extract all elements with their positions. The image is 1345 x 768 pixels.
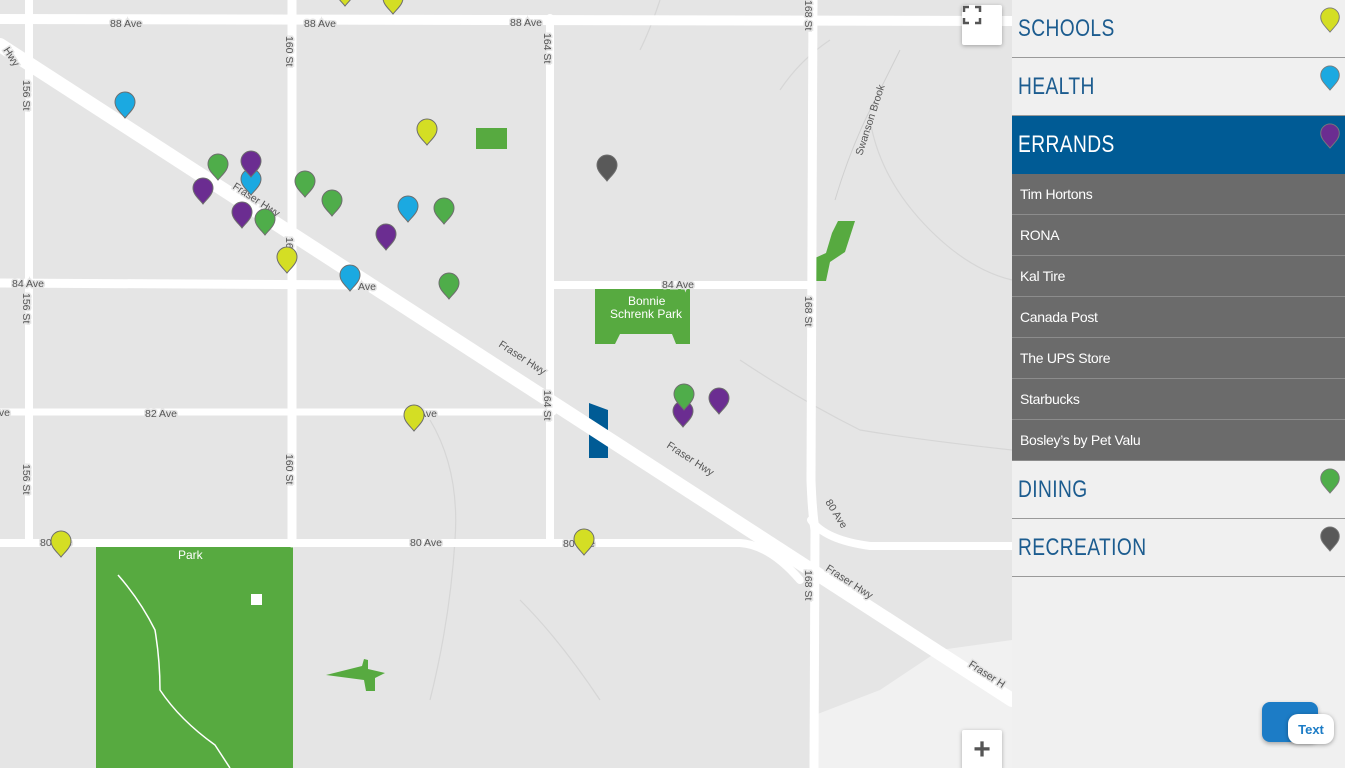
errand-item-label: Canada Post [1020, 309, 1098, 325]
category-schools[interactable]: SCHOOLS [1012, 0, 1345, 58]
errand-item-starbucks[interactable]: Starbucks [1012, 379, 1345, 420]
category-dining[interactable]: DINING [1012, 461, 1345, 519]
errands-marker[interactable] [231, 201, 253, 229]
park-label-schrenk: Schrenk Park [610, 307, 683, 321]
category-label: RECREATION [1018, 533, 1147, 561]
dining-marker[interactable] [433, 197, 455, 225]
street-label: 156 St [20, 464, 32, 494]
street-label: 88 Ave [304, 18, 336, 30]
schools-marker[interactable] [334, 0, 356, 7]
map-svg[interactable]: 88 Ave 88 Ave 88 Ave 84 Ave Ave 84 Ave A… [0, 0, 1012, 768]
park-south[interactable] [96, 546, 293, 768]
zoom-in-button[interactable]: + [962, 730, 1002, 768]
street-label: 164 St [541, 390, 553, 420]
street-label: 164 St [541, 33, 553, 63]
errand-item-rona[interactable]: RONA [1012, 215, 1345, 256]
street-label: 80 Ave [822, 497, 849, 531]
errands-marker[interactable] [708, 387, 730, 415]
errand-item-canada-post[interactable]: Canada Post [1012, 297, 1345, 338]
errand-item-tim-hortons[interactable]: Tim Hortons [1012, 174, 1345, 215]
category-label: ERRANDS [1018, 131, 1115, 158]
street-label: 82 Ave [145, 408, 177, 420]
street-label: 168 St [802, 570, 814, 600]
health-marker[interactable] [397, 195, 419, 223]
map-canvas[interactable]: 88 Ave 88 Ave 88 Ave 84 Ave Ave 84 Ave A… [0, 0, 1012, 768]
street-label: 84 Ave [662, 279, 694, 291]
errands-marker[interactable] [192, 177, 214, 205]
errand-item-label: Kal Tire [1020, 268, 1066, 284]
dining-marker[interactable] [438, 272, 460, 300]
dining-marker[interactable] [254, 208, 276, 236]
street-label: 156 St [20, 293, 32, 323]
pin-icon [1320, 65, 1340, 91]
category-sidebar: SCHOOLS HEALTH ERRANDS Tim Hortons RONA … [1012, 0, 1345, 768]
errand-item-label: Tim Hortons [1020, 186, 1093, 202]
dining-marker[interactable] [294, 170, 316, 198]
park-east-strip[interactable] [815, 221, 855, 281]
fullscreen-button[interactable] [962, 5, 1002, 45]
park-label-south: Park [178, 548, 204, 562]
schools-marker[interactable] [50, 530, 72, 558]
errands-marker[interactable] [375, 223, 397, 251]
street-label: Ave [358, 281, 376, 293]
street-label: Ave [0, 407, 10, 419]
map-markers [50, 0, 730, 558]
errand-item-ups-store[interactable]: The UPS Store [1012, 338, 1345, 379]
park-label-bonnie: Bonnie [628, 294, 666, 308]
errand-item-label: Bosley’s by Pet Valu [1020, 432, 1141, 448]
errand-item-label: Starbucks [1020, 391, 1080, 407]
park-small-south[interactable] [326, 659, 385, 691]
text-chat-button[interactable]: Text [1262, 702, 1342, 758]
errand-item-bosleys[interactable]: Bosley’s by Pet Valu [1012, 420, 1345, 461]
schools-marker[interactable] [382, 0, 404, 15]
fullscreen-icon [962, 5, 982, 25]
schools-marker[interactable] [573, 528, 595, 556]
pin-icon [1320, 526, 1340, 552]
street-label: 168 St [802, 296, 814, 326]
park-small-north[interactable] [476, 128, 507, 149]
errand-item-kal-tire[interactable]: Kal Tire [1012, 256, 1345, 297]
chat-bubble-front: Text [1288, 714, 1334, 744]
errand-item-label: RONA [1020, 227, 1060, 243]
street-label: 88 Ave [510, 17, 542, 29]
errand-item-label: The UPS Store [1020, 350, 1111, 366]
street-label: 80 Ave [410, 537, 442, 549]
schools-marker[interactable] [403, 404, 425, 432]
category-label: SCHOOLS [1018, 14, 1115, 42]
category-errands[interactable]: ERRANDS [1012, 116, 1345, 174]
category-label: DINING [1018, 475, 1088, 503]
category-health[interactable]: HEALTH [1012, 58, 1345, 116]
category-recreation[interactable]: RECREATION [1012, 519, 1345, 577]
pin-icon [1320, 123, 1340, 149]
street-label: 160 St [283, 454, 295, 484]
street-label: 156 St [20, 80, 32, 110]
pin-icon [1320, 468, 1340, 494]
pin-icon [1320, 7, 1340, 33]
street-label: 88 Ave [110, 18, 142, 30]
recreation-marker[interactable] [596, 154, 618, 182]
street-label: Hwy [0, 45, 22, 69]
street-label: 168 St [802, 0, 814, 30]
category-label: HEALTH [1018, 72, 1095, 100]
park-building [251, 594, 262, 605]
plus-icon: + [973, 733, 991, 766]
chat-label: Text [1298, 721, 1324, 737]
schools-marker[interactable] [416, 118, 438, 146]
creek-label: Swanson Brook [853, 83, 887, 157]
dining-marker[interactable] [321, 189, 343, 217]
street-label: 84 Ave [12, 278, 44, 290]
street-label: 160 St [283, 36, 295, 66]
